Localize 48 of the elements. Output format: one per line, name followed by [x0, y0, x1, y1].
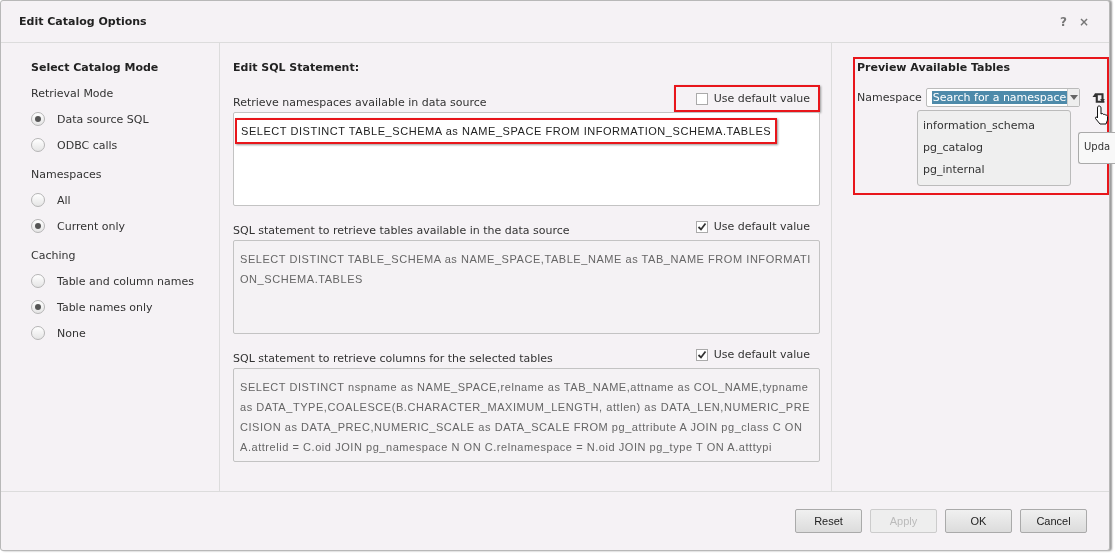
- checkbox-label: Use default value: [713, 92, 810, 105]
- radio-button[interactable]: [31, 219, 45, 233]
- dialog-button[interactable]: Reset: [795, 509, 862, 533]
- checkbox[interactable]: [695, 220, 708, 233]
- radio-label: None: [57, 326, 86, 340]
- radio-label: Table and column names: [57, 274, 195, 288]
- check-icon: [696, 349, 707, 360]
- namespace-combobox[interactable]: Search for a namespace: [925, 88, 1080, 107]
- field-label: Retrieve namespaces available in data source: [233, 96, 487, 111]
- group-label: Retrieval Mode: [31, 87, 115, 100]
- checkbox-label: Use default value: [713, 220, 810, 233]
- dropdown-item[interactable]: information_schema: [923, 115, 1065, 137]
- field-label: SQL statement to retrieve columns for the selected tables: [233, 352, 553, 367]
- sql-field[interactable]: SELECT DISTINCT TABLE_SCHEMA as NAME_SPACE FROM INFORMATION_SCHEMA.TABLES: [233, 112, 820, 206]
- group-label: Caching: [31, 249, 77, 262]
- dialog-button[interactable]: OK: [945, 509, 1012, 533]
- section-title: Edit SQL Statement:: [233, 61, 361, 74]
- checkbox-label: Use default value: [713, 348, 810, 361]
- dropdown-item[interactable]: pg_internal: [923, 159, 1065, 181]
- dropdown-item[interactable]: pg_catalog: [923, 137, 1065, 159]
- checkbox[interactable]: [695, 92, 708, 105]
- group-label: Namespaces: [31, 168, 103, 181]
- radio-button[interactable]: [31, 138, 45, 152]
- window-title: Edit Catalog Options: [19, 15, 147, 28]
- radio-button[interactable]: [31, 112, 45, 126]
- close-button[interactable]: ×: [1076, 14, 1091, 29]
- checkbox[interactable]: [695, 348, 708, 361]
- radio-label: ODBC calls: [57, 138, 118, 152]
- radio-button[interactable]: [31, 326, 45, 340]
- sql-field[interactable]: SELECT DISTINCT nspname as NAME_SPACE,relname as TAB_NAME,attname as COL_NAME,typname as DATA_TYPE,COALESCE(B.CHARACTER_MAXIMUM_LENGTH, attlen) as DATA_LEN,NUMERIC_PRECISION as DATA_PREC,NUMERIC_SCALE as DATA_SCALE FROM pg_attribute A JOIN pg_class C ON A.attrelid = C.oid JOIN pg_namespace N ON C.relnamespace = N.oid JOIN pg_type T ON A.atttypi: [233, 368, 820, 462]
- sql-field[interactable]: SELECT DISTINCT TABLE_SCHEMA as NAME_SPACE,TABLE_NAME as TAB_NAME FROM INFORMATION_SCHEMA.TABLES: [233, 240, 820, 334]
- radio-button[interactable]: [31, 300, 45, 314]
- caret-icon: [1069, 95, 1078, 100]
- section-title: Preview Available Tables: [857, 61, 1012, 74]
- field-label: SQL statement to retrieve tables available in the data source: [233, 224, 570, 239]
- radio-label: Data source SQL: [57, 112, 149, 126]
- section-title: Select Catalog Mode: [31, 61, 160, 74]
- radio-button[interactable]: [31, 193, 45, 207]
- field-label: Namespace: [857, 91, 922, 104]
- tooltip: Upda: [1078, 132, 1115, 164]
- hand-cursor-icon: [1094, 105, 1110, 125]
- radio-label: Current only: [57, 219, 126, 233]
- dialog-button[interactable]: Cancel: [1020, 509, 1087, 533]
- check-icon: [696, 221, 707, 232]
- radio-label: Table names only: [57, 300, 153, 314]
- help-button[interactable]: ?: [1057, 14, 1069, 29]
- radio-button[interactable]: [31, 274, 45, 288]
- radio-label: All: [57, 193, 71, 207]
